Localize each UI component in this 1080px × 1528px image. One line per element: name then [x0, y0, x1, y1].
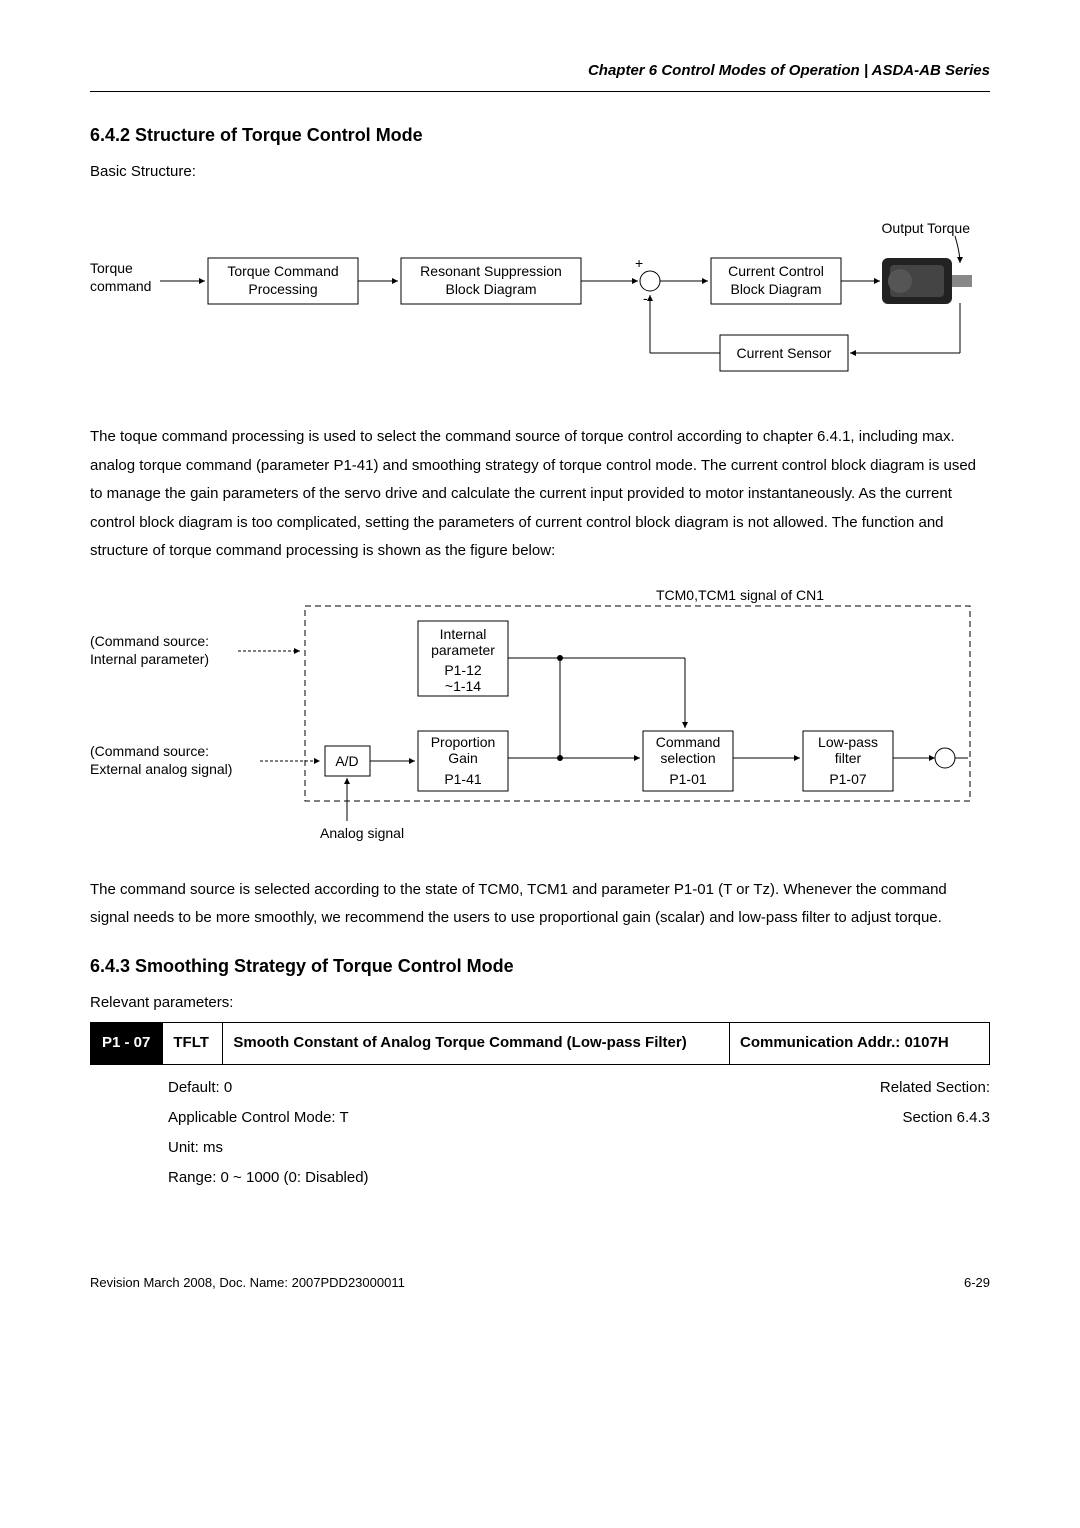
ad-text: A/D	[335, 753, 358, 769]
param-details: Default: 0 Related Section: Applicable C…	[168, 1073, 990, 1193]
param-table: TFLT Smooth Constant of Analog Torque Co…	[162, 1022, 990, 1065]
param-desc-cell: Smooth Constant of Analog Torque Command…	[223, 1023, 730, 1065]
prop-gain-text2: Gain	[448, 750, 478, 766]
prop-gain-text1: Proportion	[431, 734, 496, 750]
cmd-src-internal-text2: Internal parameter)	[90, 651, 209, 667]
basic-structure-label: Basic Structure:	[90, 161, 990, 184]
torque-command-label: Torque	[90, 260, 133, 276]
cmd-src-external-text1: (Command source:	[90, 743, 209, 759]
cmd-sel-text1: Command	[656, 734, 721, 750]
param-range: Range: 0 ~ 1000 (0: Disabled)	[168, 1163, 990, 1193]
analog-signal-label: Analog signal	[320, 825, 404, 841]
torque-control-structure-diagram: Torque command Torque Command Processing…	[90, 203, 990, 393]
minus-sign: -	[643, 290, 648, 306]
output-torque-label: Output Torque	[882, 220, 971, 236]
p107-text: P1-07	[829, 771, 867, 787]
param-label-cell: TFLT	[163, 1023, 223, 1065]
param-mode: Applicable Control Mode: T	[168, 1103, 349, 1133]
p101-text: P1-01	[669, 771, 707, 787]
cmd-sel-text2: selection	[660, 750, 715, 766]
torque-cmd-processing-text1: Torque Command	[227, 263, 338, 279]
current-control-text2: Block Diagram	[730, 281, 821, 297]
torque-command-processing-diagram: TCM0,TCM1 signal of CN1 (Command source:…	[90, 586, 990, 846]
footer-left: Revision March 2008, Doc. Name: 2007PDD2…	[90, 1273, 405, 1293]
relevant-params-label: Relevant parameters:	[90, 992, 990, 1015]
footer-right: 6-29	[964, 1273, 990, 1293]
cmd-src-internal-text1: (Command source:	[90, 633, 209, 649]
internal-param-text2: parameter	[431, 642, 495, 658]
torque-command-label2: command	[90, 278, 151, 294]
page-footer: Revision March 2008, Doc. Name: 2007PDD2…	[90, 1273, 990, 1293]
section-642-para1: The toque command processing is used to …	[90, 423, 990, 566]
p141-text: P1-41	[444, 771, 482, 787]
summing-junction	[640, 271, 660, 291]
plus-sign: +	[635, 255, 643, 271]
param-default: Default: 0	[168, 1073, 232, 1103]
torque-cmd-processing-text2: Processing	[248, 281, 317, 297]
chapter-header: Chapter 6 Control Modes of Operation | A…	[90, 60, 990, 92]
param-section-ref: Section 6.4.3	[902, 1103, 990, 1133]
lowpass-text2: filter	[835, 750, 862, 766]
param-addr-cell: Communication Addr.: 0107H	[730, 1023, 990, 1065]
p114-text: ~1-14	[445, 678, 481, 694]
arrow	[955, 236, 960, 263]
lowpass-text1: Low-pass	[818, 734, 878, 750]
cmd-src-external-text2: External analog signal)	[90, 761, 232, 777]
section-642-para2: The command source is selected according…	[90, 876, 990, 933]
param-related: Related Section:	[880, 1073, 990, 1103]
internal-param-text1: Internal	[440, 626, 487, 642]
current-control-text1: Current Control	[728, 263, 824, 279]
p112-text: P1-12	[444, 662, 482, 678]
resonant-text2: Block Diagram	[445, 281, 536, 297]
section-643-title: 6.4.3 Smoothing Strategy of Torque Contr…	[90, 953, 990, 980]
param-unit: Unit: ms	[168, 1133, 990, 1163]
param-row: P1 - 07 TFLT Smooth Constant of Analog T…	[90, 1022, 990, 1065]
output-node	[935, 748, 955, 768]
section-642-title: 6.4.2 Structure of Torque Control Mode	[90, 122, 990, 149]
param-code: P1 - 07	[90, 1022, 162, 1065]
tcm-signal-label: TCM0,TCM1 signal of CN1	[656, 587, 824, 603]
resonant-text1: Resonant Suppression	[420, 263, 562, 279]
current-sensor-text: Current Sensor	[737, 345, 832, 361]
motor-icon	[882, 258, 972, 304]
